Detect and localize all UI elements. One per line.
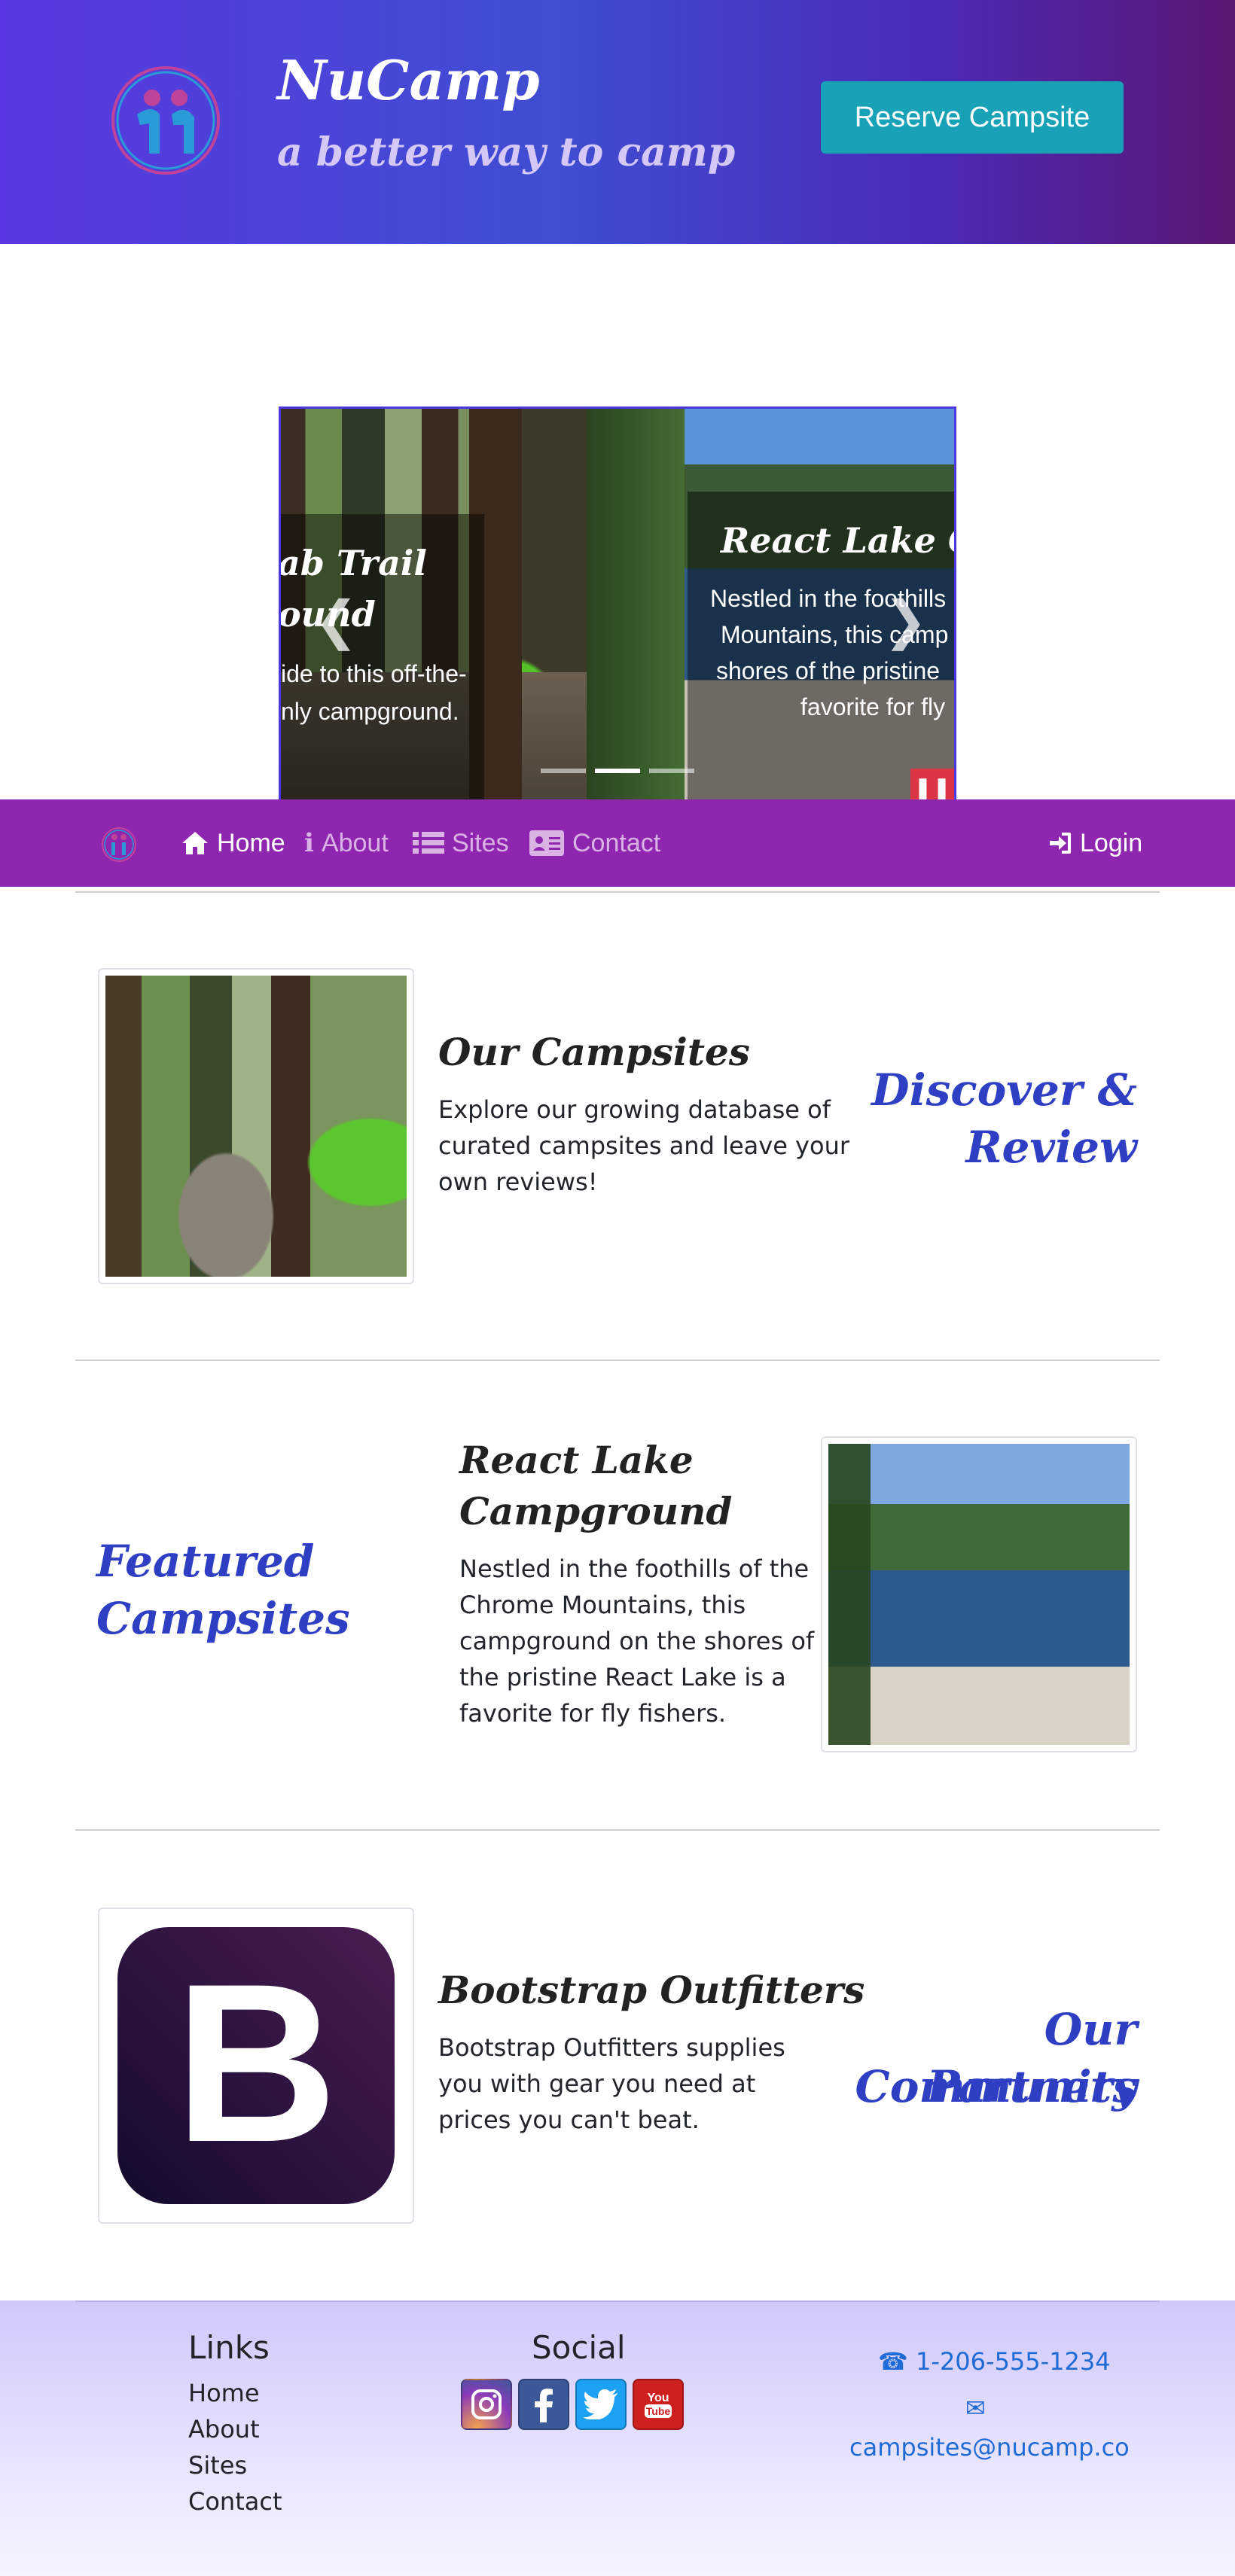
partners-text-3: prices you can't beat.	[438, 2106, 700, 2134]
twitter-icon[interactable]	[575, 2379, 627, 2430]
campsites-text-1: Explore our growing database of	[438, 1095, 831, 1124]
footer-link-about[interactable]: About	[188, 2415, 260, 2444]
nav-item-home[interactable]: Home	[181, 822, 285, 864]
svg-text:Tube: Tube	[646, 2405, 671, 2417]
envelope-icon: ✉	[965, 2394, 986, 2422]
nav-item-about[interactable]: i About	[304, 822, 389, 864]
phone-icon: ☎	[878, 2347, 908, 2376]
carousel-caption-text-left-1: ide to this off-the-	[281, 660, 467, 687]
login-label: Login	[1080, 828, 1143, 857]
carousel-caption-title-right: React Lake Ca	[721, 520, 954, 561]
react-lake-image	[821, 1436, 1137, 1752]
nav-item-home-label: Home	[217, 828, 285, 857]
footer-email-link[interactable]: campsites@nucamp.co	[849, 2433, 1130, 2462]
featured-text-3: campground on the shores of	[459, 1627, 815, 1655]
brand-title: NuCamp	[277, 48, 540, 112]
site-header: NuCamp a better way to camp Reserve Camp…	[0, 0, 1235, 244]
sign-in-icon	[1050, 833, 1071, 854]
featured-text-5: favorite for fly fishers.	[459, 1699, 727, 1728]
footer-link-sites[interactable]: Sites	[188, 2451, 247, 2480]
footer-links-heading: Links	[188, 2329, 270, 2366]
featured-campsites-heading-2: Campsites	[96, 1593, 350, 1644]
carousel-caption-text-left-2: nly campground.	[281, 698, 459, 725]
campsites-image	[98, 968, 414, 1284]
reserve-campsite-button[interactable]: Reserve Campsite	[821, 81, 1124, 154]
address-card-icon	[529, 830, 564, 856]
divider	[75, 1829, 1160, 1831]
carousel-prev-control[interactable]: ❮	[314, 589, 358, 651]
footer-link-contact[interactable]: Contact	[188, 2487, 282, 2516]
nav-item-sites-label: Sites	[452, 828, 509, 857]
nav-item-contact-label: Contact	[572, 828, 661, 857]
nav-item-contact[interactable]: Contact	[529, 822, 660, 864]
partners-text-2: you with gear you need at	[438, 2069, 756, 2098]
carousel-indicator[interactable]	[541, 769, 586, 773]
campsites-text-2: curated campsites and leave your	[438, 1131, 849, 1160]
campsites-text-3: own reviews!	[438, 1168, 598, 1196]
partners-text-1: Bootstrap Outfitters supplies	[438, 2033, 785, 2062]
community-partners-heading-2: Partners	[926, 2061, 1137, 2112]
brand-tagline: a better way to camp	[277, 129, 736, 175]
chevron-right-icon: ❯	[883, 589, 928, 651]
facebook-icon[interactable]	[518, 2379, 569, 2430]
nav-item-about-label: About	[321, 828, 389, 857]
svg-text:You: You	[647, 2392, 669, 2404]
login-button[interactable]: Login	[1048, 822, 1142, 864]
bootstrap-outfitters-image: B	[98, 1908, 414, 2224]
carousel-indicator-active[interactable]	[595, 769, 640, 773]
footer-content: Links Home About Sites Contact Social ☎ …	[0, 2300, 1235, 2576]
campsites-title: Our Campsites	[438, 1030, 750, 1074]
featured-campsites-heading-1: Featured	[96, 1536, 315, 1587]
carousel-caption-text-right-3: shores of the pristine	[716, 657, 941, 684]
featured-title-1: React Lake	[459, 1438, 694, 1482]
featured-text-2: Chrome Mountains, this	[459, 1591, 746, 1619]
featured-text-4: the pristine React Lake is a	[459, 1663, 786, 1691]
campsite-carousel: ab Trail ound ide to this off-the- nly c…	[279, 406, 956, 805]
divider	[75, 891, 1160, 893]
home-icon	[182, 832, 208, 854]
chevron-left-icon: ❮	[314, 589, 358, 651]
instagram-icon[interactable]	[461, 2379, 512, 2430]
list-icon	[413, 832, 444, 854]
footer-link-home[interactable]: Home	[188, 2379, 260, 2407]
youtube-icon[interactable]: You Tube	[633, 2379, 684, 2430]
discover-review-heading-2: Review	[965, 1122, 1137, 1173]
bootstrap-logo-icon: B	[117, 1927, 395, 2204]
pause-icon: ❚❚	[913, 775, 952, 801]
nav-item-sites[interactable]: Sites	[413, 822, 509, 864]
featured-title-2: Campground	[459, 1489, 733, 1533]
nucamp-logo-icon	[111, 66, 220, 175]
nucamp-nav-logo-icon[interactable]	[101, 827, 137, 863]
carousel-indicator[interactable]	[649, 769, 694, 773]
footer-phone: 1-206-555-1234	[916, 2347, 1111, 2376]
divider	[75, 1360, 1160, 1361]
footer-social-heading: Social	[532, 2329, 626, 2366]
carousel-caption-text-right-4: favorite for fly	[800, 693, 946, 720]
svg-text:B: B	[175, 1936, 338, 2189]
featured-text-1: Nestled in the foothills of the	[459, 1554, 810, 1583]
footer-phone-link[interactable]: ☎ 1-206-555-1234	[878, 2347, 1111, 2376]
carousel-next-control[interactable]: ❯	[883, 589, 928, 651]
main-navbar: Home i About Sites Contact Login	[0, 799, 1235, 887]
discover-review-heading-1: Discover &	[871, 1064, 1137, 1116]
info-icon: i	[304, 828, 314, 858]
carousel-caption-title-left: ab Trail	[279, 543, 427, 583]
carousel-indicators	[541, 769, 694, 773]
